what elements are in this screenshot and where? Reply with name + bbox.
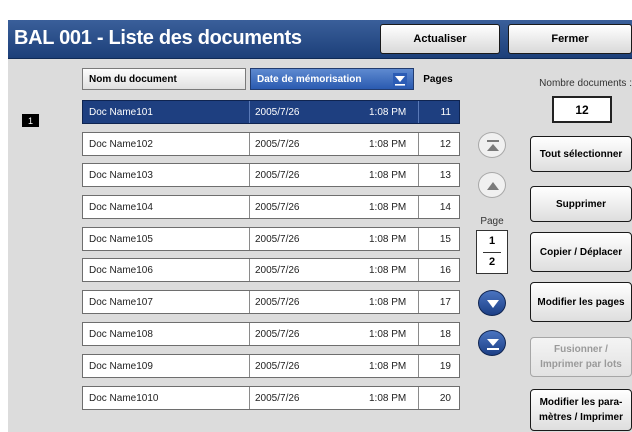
refresh-button[interactable]: Actualiser xyxy=(380,24,500,54)
scroll-up-button[interactable] xyxy=(478,172,506,198)
doc-pages: 19 xyxy=(439,361,451,372)
doc-time: 1:08 PM xyxy=(369,297,407,308)
scroll-last-button[interactable] xyxy=(478,330,506,356)
delete-button[interactable]: Supprimer xyxy=(530,186,632,222)
page-indicator: 1 2 xyxy=(476,230,508,274)
title-bar: BAL 001 - Liste des documents Actualiser… xyxy=(8,20,632,59)
table-row[interactable]: Doc Name105 2005/7/26 1:08 PM 15 xyxy=(82,227,460,251)
table-row[interactable]: Doc Name104 2005/7/26 1:08 PM 14 xyxy=(82,195,460,219)
doc-time: 1:08 PM xyxy=(369,393,407,404)
page-current: 1 xyxy=(488,235,496,247)
doc-name: Doc Name108 xyxy=(89,329,153,340)
merge-batch-print-label-2: Imprimer par lots xyxy=(540,359,622,370)
page-total: 2 xyxy=(488,256,496,268)
copy-move-button[interactable]: Copier / Déplacer xyxy=(530,232,632,272)
doc-pages: 13 xyxy=(439,170,451,181)
column-header-pages: Pages xyxy=(423,73,453,85)
doc-pages: 15 xyxy=(439,234,451,245)
doc-name: Doc Name107 xyxy=(89,297,153,308)
doc-time: 1:08 PM xyxy=(369,234,407,245)
doc-pages: 18 xyxy=(439,329,451,340)
double-down-arrow-icon xyxy=(487,339,499,350)
table-row[interactable]: Doc Name101 2005/7/26 1:08 PM 11 xyxy=(82,100,460,124)
column-header-date-label: Date de mémorisation xyxy=(257,73,362,85)
doc-date: 2005/7/26 xyxy=(255,234,300,245)
doc-date: 2005/7/26 xyxy=(255,297,300,308)
document-count-label: Nombre documents : xyxy=(539,78,632,89)
edit-settings-print-button[interactable]: Modifier les para- mètres / Imprimer xyxy=(530,389,632,431)
doc-name: Doc Name104 xyxy=(89,202,153,213)
select-all-button[interactable]: Tout sélectionner xyxy=(530,136,632,172)
doc-date: 2005/7/26 xyxy=(255,329,300,340)
doc-name: Doc Name103 xyxy=(89,170,153,181)
doc-pages: 17 xyxy=(439,297,451,308)
doc-time: 1:08 PM xyxy=(369,107,407,118)
doc-date: 2005/7/26 xyxy=(255,107,300,118)
table-row[interactable]: Doc Name106 2005/7/26 1:08 PM 16 xyxy=(82,258,460,282)
doc-name: Doc Name101 xyxy=(89,107,153,118)
scroll-down-button[interactable] xyxy=(478,290,506,316)
scroll-first-button[interactable] xyxy=(478,132,506,158)
table-row[interactable]: Doc Name107 2005/7/26 1:08 PM 17 xyxy=(82,290,460,314)
document-count-value: 12 xyxy=(552,96,612,123)
doc-date: 2005/7/26 xyxy=(255,265,300,276)
doc-name: Doc Name109 xyxy=(89,361,153,372)
doc-pages: 11 xyxy=(440,107,451,118)
doc-date: 2005/7/26 xyxy=(255,393,300,404)
table-row[interactable]: Doc Name102 2005/7/26 1:08 PM 12 xyxy=(82,132,460,156)
doc-time: 1:08 PM xyxy=(369,170,407,181)
row-indicator: 1 xyxy=(22,114,39,127)
page-title: BAL 001 - Liste des documents xyxy=(14,27,302,49)
doc-name: Doc Name1010 xyxy=(89,393,159,404)
table-row[interactable]: Doc Name109 2005/7/26 1:08 PM 19 xyxy=(82,354,460,378)
column-header-name-label: Nom du document xyxy=(89,73,177,85)
doc-pages: 20 xyxy=(439,393,451,404)
sort-descending-icon xyxy=(393,73,407,87)
doc-name: Doc Name106 xyxy=(89,265,153,276)
doc-date: 2005/7/26 xyxy=(255,170,300,181)
table-row[interactable]: Doc Name103 2005/7/26 1:08 PM 13 xyxy=(82,163,460,187)
doc-date: 2005/7/26 xyxy=(255,139,300,150)
doc-pages: 14 xyxy=(439,202,451,213)
page-label: Page xyxy=(480,216,504,227)
merge-batch-print-label-1: Fusionner / xyxy=(554,344,608,355)
doc-time: 1:08 PM xyxy=(369,265,407,276)
table-row[interactable]: Doc Name1010 2005/7/26 1:08 PM 20 xyxy=(82,386,460,410)
doc-name: Doc Name105 xyxy=(89,234,153,245)
doc-time: 1:08 PM xyxy=(369,139,407,150)
doc-pages: 16 xyxy=(439,265,451,276)
doc-name: Doc Name102 xyxy=(89,139,153,150)
doc-date: 2005/7/26 xyxy=(255,202,300,213)
double-up-arrow-icon xyxy=(487,140,499,151)
column-header-name[interactable]: Nom du document xyxy=(82,68,246,90)
document-list-window: BAL 001 - Liste des documents Actualiser… xyxy=(8,20,632,432)
close-button[interactable]: Fermer xyxy=(508,24,632,54)
merge-batch-print-button[interactable]: Fusionner / Imprimer par lots xyxy=(530,337,632,377)
doc-time: 1:08 PM xyxy=(369,361,407,372)
column-header-date[interactable]: Date de mémorisation xyxy=(250,68,414,90)
up-arrow-icon xyxy=(487,182,499,190)
down-arrow-icon xyxy=(487,300,499,308)
edit-settings-print-label-1: Modifier les para- xyxy=(539,397,623,408)
doc-pages: 12 xyxy=(439,139,451,150)
doc-time: 1:08 PM xyxy=(369,329,407,340)
table-row[interactable]: Doc Name108 2005/7/26 1:08 PM 18 xyxy=(82,322,460,346)
edit-settings-print-label-2: mètres / Imprimer xyxy=(539,412,623,423)
doc-date: 2005/7/26 xyxy=(255,361,300,372)
doc-time: 1:08 PM xyxy=(369,202,407,213)
edit-pages-button[interactable]: Modifier les pages xyxy=(530,282,632,322)
